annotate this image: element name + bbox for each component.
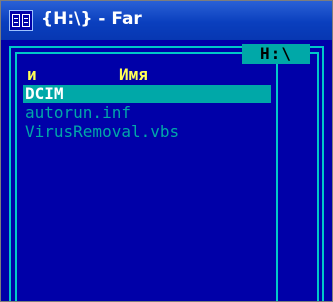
file-row-autorun-inf[interactable]: autorun.inf bbox=[23, 104, 271, 122]
far-manager-icon[interactable] bbox=[9, 10, 33, 31]
column-header-name[interactable]: Имя bbox=[119, 66, 148, 84]
column-header-marker[interactable]: и bbox=[27, 66, 37, 84]
current-path[interactable]: H:\ bbox=[242, 44, 310, 64]
window-title: {H:\} - Far bbox=[41, 9, 142, 29]
far-window: {H:\} - Far H:\ и Имя DCIM autorun.inf V… bbox=[0, 0, 333, 302]
panel-frame-left-inner bbox=[15, 52, 17, 301]
panel-frame-right-outer bbox=[322, 46, 324, 301]
panel-frame-left-outer bbox=[9, 46, 11, 301]
file-row-virusremoval-vbs[interactable]: VirusRemoval.vbs bbox=[23, 123, 271, 141]
title-bar[interactable]: {H:\} - Far bbox=[1, 1, 332, 40]
panel-frame-right-inner bbox=[317, 52, 319, 301]
column-separator bbox=[276, 54, 278, 301]
file-panel[interactable]: H:\ и Имя DCIM autorun.inf VirusRemoval.… bbox=[1, 40, 332, 301]
file-row-dcim[interactable]: DCIM bbox=[23, 85, 271, 103]
